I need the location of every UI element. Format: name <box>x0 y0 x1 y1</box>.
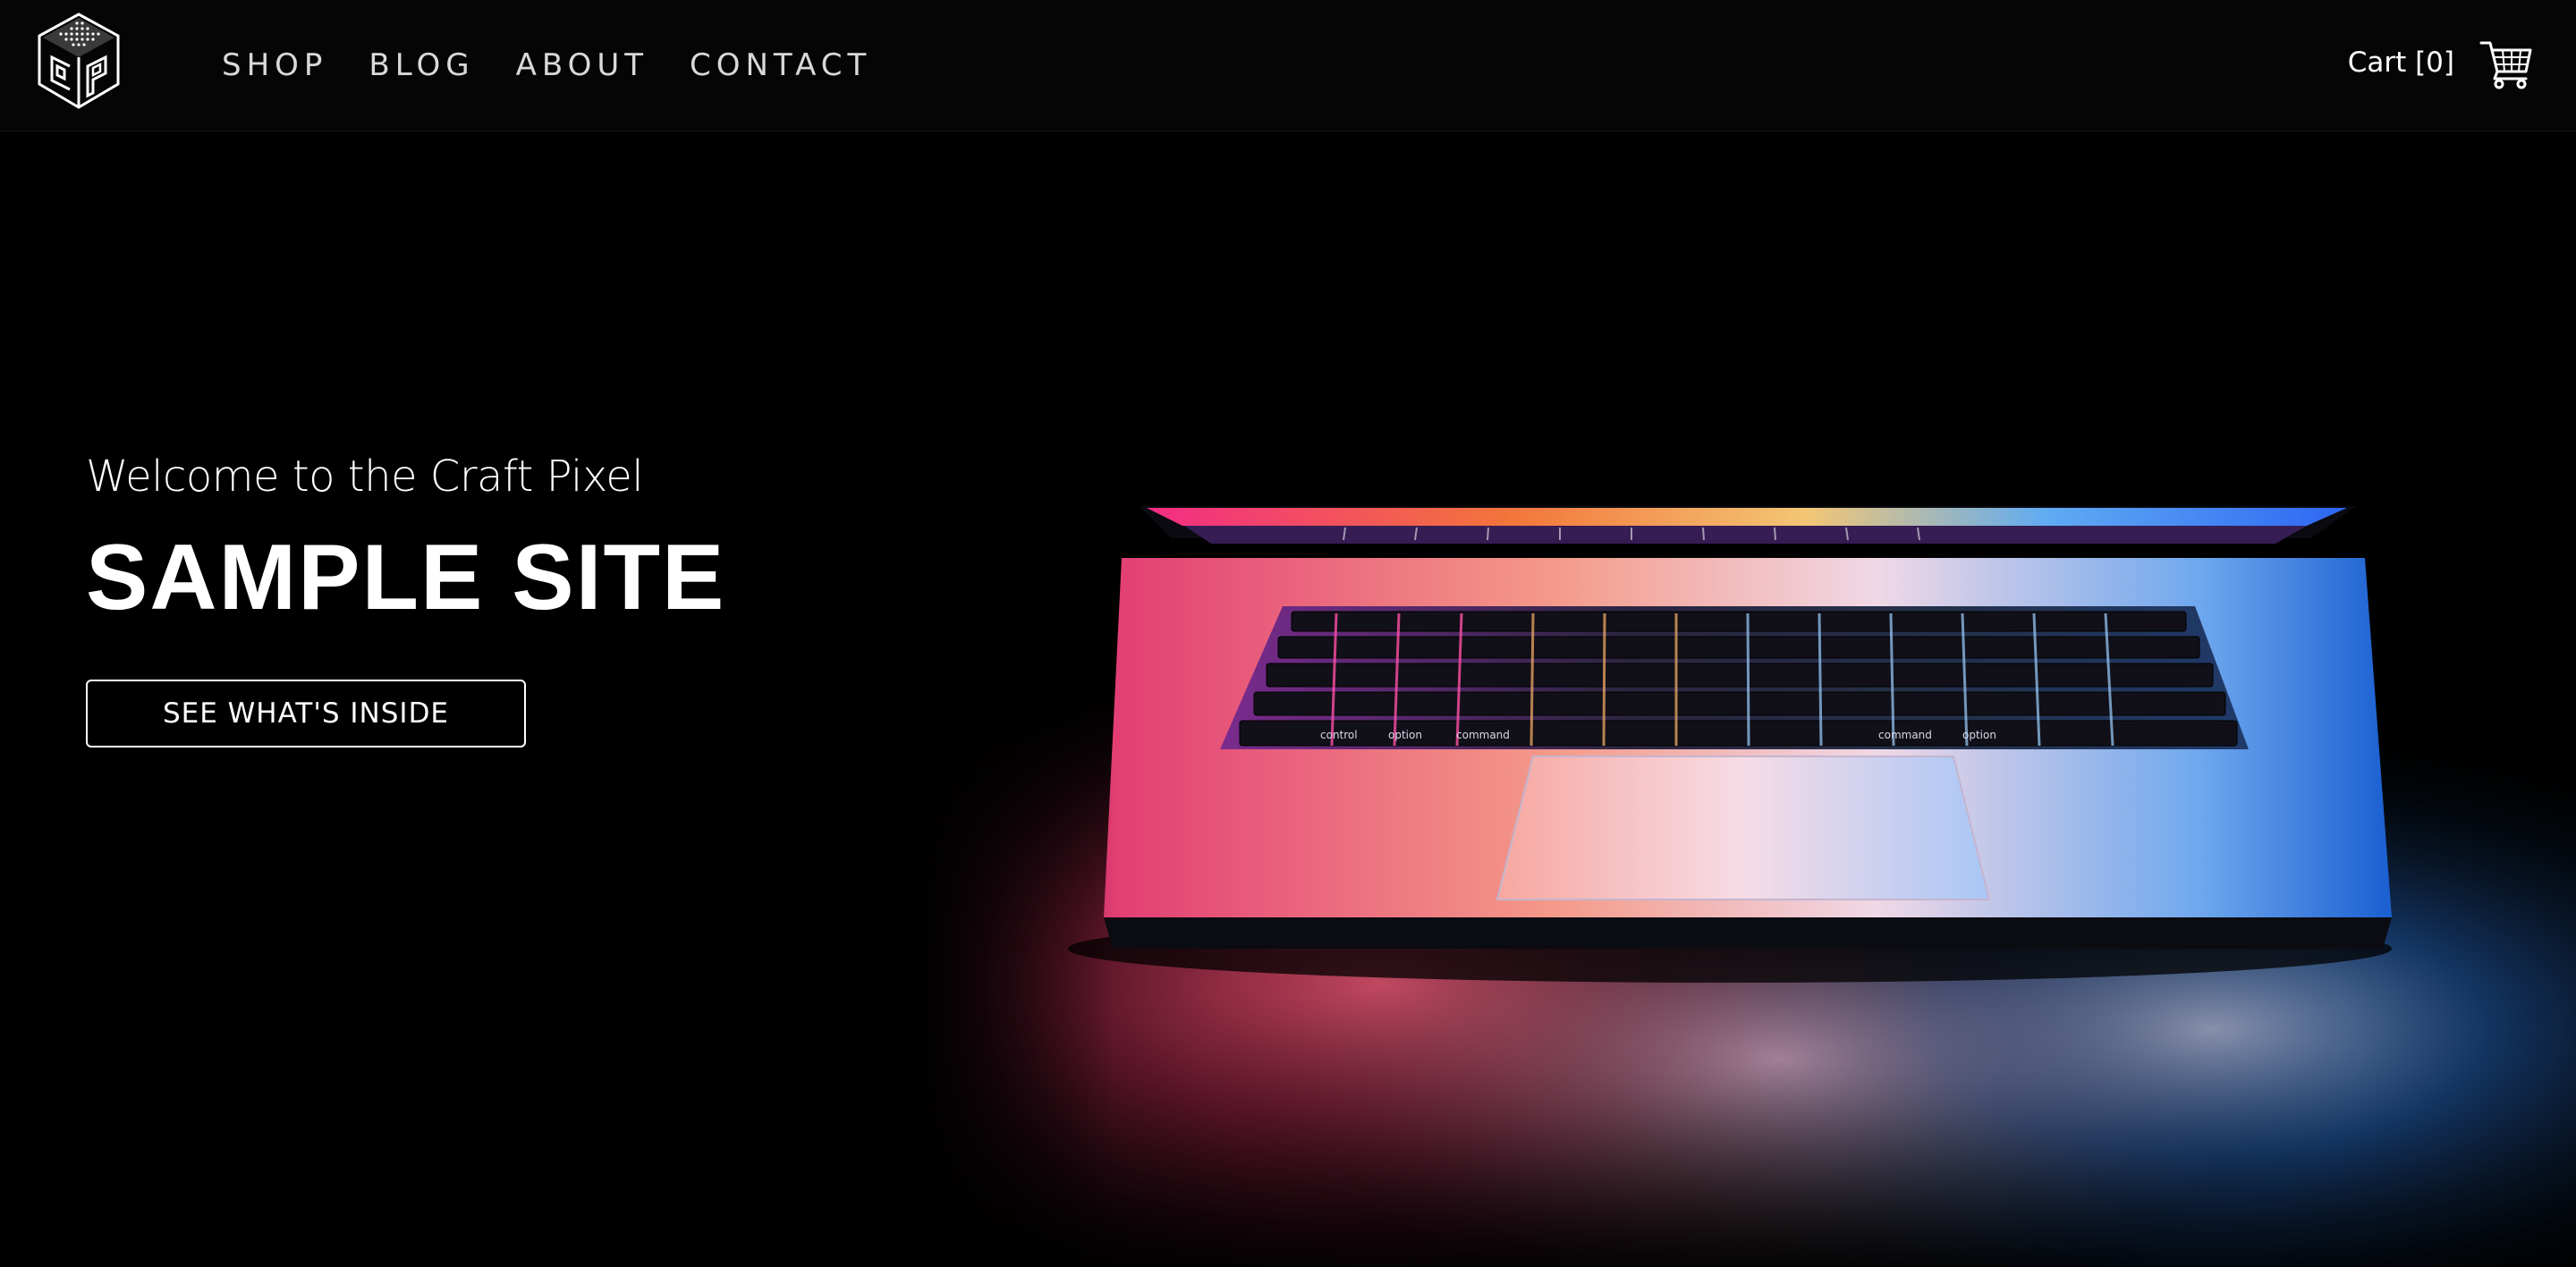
shopping-cart-icon[interactable] <box>2479 36 2533 89</box>
nav-about[interactable]: ABOUT <box>516 41 648 89</box>
cart-label[interactable]: Cart [0] <box>2348 36 2454 89</box>
hero-section: Welcome to the Craft Pixel SAMPLE SITE S… <box>86 445 725 748</box>
nav-shop[interactable]: SHOP <box>222 41 327 89</box>
laptop-glow-image: control option command command option <box>916 256 2576 1267</box>
nav-contact[interactable]: CONTACT <box>690 41 871 89</box>
site-header: SHOP BLOG ABOUT CONTACT Cart [0] <box>0 0 2576 131</box>
hero-title: SAMPLE SITE <box>86 526 726 629</box>
cube-logo-icon[interactable] <box>34 11 123 111</box>
hero-welcome-text: Welcome to the Craft Pixel <box>86 452 644 502</box>
nav-blog[interactable]: BLOG <box>369 41 474 89</box>
main-nav: SHOP BLOG ABOUT CONTACT <box>222 41 912 89</box>
cart-link[interactable]: Cart [0] <box>2348 36 2533 89</box>
see-whats-inside-button[interactable]: SEE WHAT'S INSIDE <box>86 680 526 748</box>
page: SHOP BLOG ABOUT CONTACT Cart [0] Welcome… <box>0 0 2576 1267</box>
